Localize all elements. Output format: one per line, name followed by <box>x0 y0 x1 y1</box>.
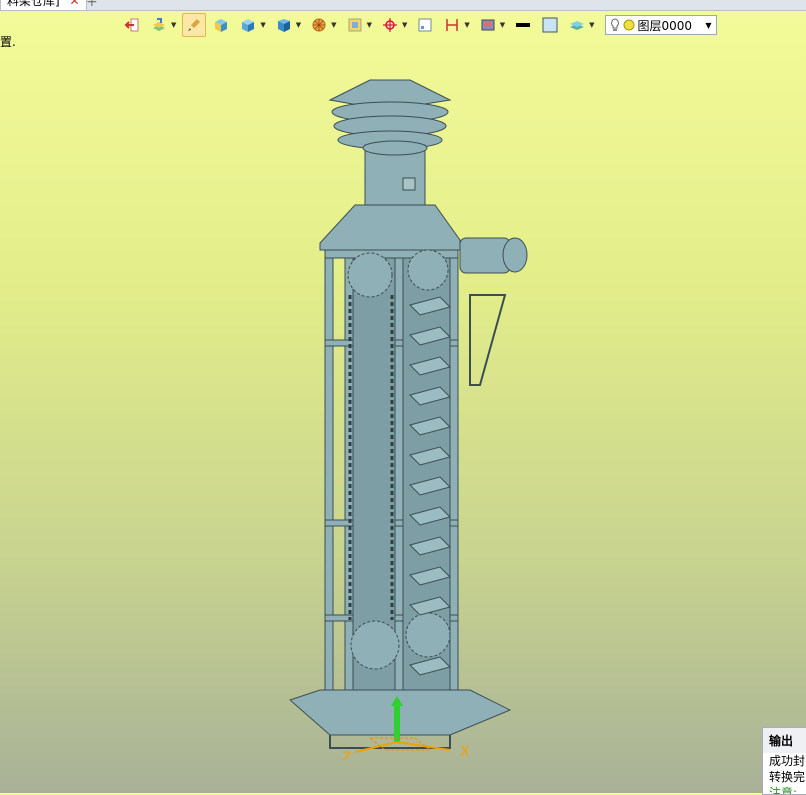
output-panel-title: 输出 <box>763 728 806 753</box>
chevron-down-icon[interactable]: ▼ <box>705 21 711 30</box>
render-icon[interactable] <box>476 13 500 37</box>
dropdown-arrow-icon[interactable]: ▼ <box>367 21 372 29</box>
exit-icon[interactable] <box>120 13 144 37</box>
close-tab-icon[interactable]: ✕ <box>70 0 80 8</box>
head-housing <box>319 204 461 251</box>
view-toolbar: ▼ ▼ ▼ ▼ ▼ ▼ ▼ ▼ ▼ 图层0000 ▼ <box>120 12 717 38</box>
document-tab-strip: 料架仓库] ✕ + <box>0 0 806 11</box>
hint-text: 置. <box>0 35 16 49</box>
elevator-3d-model[interactable]: X Z <box>270 60 550 760</box>
axis-x-label: X <box>460 744 470 760</box>
layer-color-icon[interactable] <box>623 19 635 31</box>
output-panel: 输出 成功封 转换完 注意: <box>762 727 806 795</box>
add-tab-icon[interactable]: + <box>86 0 98 10</box>
line-color-icon[interactable] <box>511 13 535 37</box>
motor <box>459 237 511 274</box>
measure-icon[interactable] <box>440 13 464 37</box>
target-icon[interactable] <box>378 13 402 37</box>
paint-layers-icon[interactable] <box>147 13 171 37</box>
sphere-mesh-icon[interactable] <box>307 13 331 37</box>
dropdown-arrow-icon[interactable]: ▼ <box>589 21 594 29</box>
output-line: 注意: <box>769 786 798 795</box>
document-tab-title: 料架仓库] <box>7 0 60 8</box>
axis-z-label: Z <box>342 750 352 760</box>
layer-select[interactable]: 图层0000 ▼ <box>604 15 717 35</box>
dropdown-arrow-icon[interactable]: ▼ <box>171 21 176 29</box>
grid-icon[interactable] <box>413 13 437 37</box>
dropdown-arrow-icon[interactable]: ▼ <box>260 21 265 29</box>
fill-color-icon[interactable] <box>538 13 562 37</box>
solid-box-icon[interactable] <box>209 13 233 37</box>
dropdown-arrow-icon[interactable]: ▼ <box>331 21 336 29</box>
output-line: 转换完 <box>769 770 806 784</box>
frame-icon[interactable] <box>343 13 367 37</box>
dropdown-arrow-icon[interactable]: ▼ <box>402 21 407 29</box>
dropdown-arrow-icon[interactable]: ▼ <box>296 21 301 29</box>
blue-box-icon[interactable] <box>236 13 260 37</box>
document-tab[interactable]: 料架仓库] ✕ <box>0 0 87 11</box>
dropdown-arrow-icon[interactable]: ▼ <box>500 21 505 29</box>
layer-name: 图层0000 <box>637 18 693 33</box>
dropdown-arrow-icon[interactable]: ▼ <box>464 21 469 29</box>
box-view-icon[interactable] <box>272 13 296 37</box>
brush-icon[interactable] <box>182 13 207 37</box>
layer-stack-icon[interactable] <box>565 13 589 37</box>
output-line: 成功封 <box>769 754 806 768</box>
bulb-icon[interactable] <box>610 18 620 32</box>
